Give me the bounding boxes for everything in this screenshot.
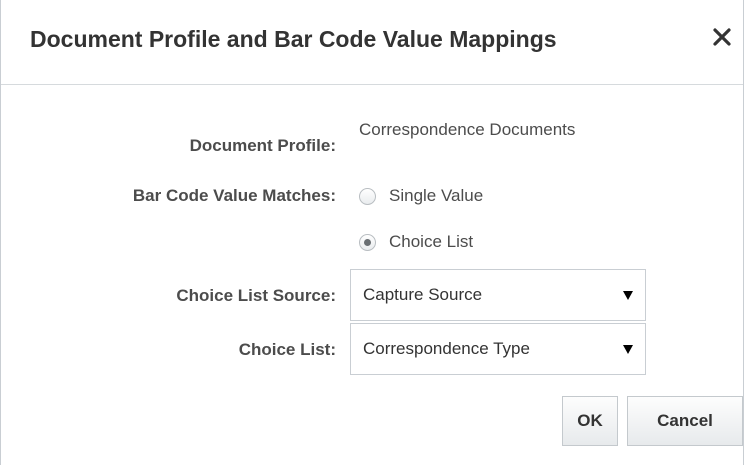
mapping-dialog: Document Profile and Bar Code Value Mapp… — [0, 0, 744, 465]
cancel-button[interactable]: Cancel — [627, 396, 743, 446]
dropdown-arrow-icon — [623, 345, 633, 354]
bar-code-value-matches-label: Bar Code Value Matches: — [132, 186, 336, 205]
radio-choice-list-label: Choice List — [389, 232, 474, 251]
dropdown-arrow-icon — [623, 291, 633, 300]
dialog-header: Document Profile and Bar Code Value Mapp… — [1, 0, 743, 85]
choice-list-source-select[interactable]: Capture Source — [350, 269, 646, 321]
choice-list-label: Choice List: — [238, 340, 336, 359]
document-profile-value: Correspondence Documents — [359, 120, 576, 139]
choice-list-value: Correspondence Type — [363, 339, 530, 358]
dialog-title: Document Profile and Bar Code Value Mapp… — [30, 26, 557, 52]
document-profile-label: Document Profile: — [189, 136, 336, 155]
close-icon[interactable] — [709, 24, 735, 50]
radio-choice-list[interactable]: Choice List — [359, 231, 473, 253]
choice-list-source-value: Capture Source — [363, 285, 483, 304]
radio-button[interactable] — [359, 187, 376, 205]
radio-button-selected[interactable] — [359, 233, 376, 251]
radio-single-value-label: Single Value — [389, 186, 484, 205]
choice-list-source-label: Choice List Source: — [176, 286, 336, 305]
radio-single-value[interactable]: Single Value — [359, 185, 483, 207]
choice-list-select[interactable]: Correspondence Type — [350, 323, 646, 375]
ok-button[interactable]: OK — [562, 396, 618, 446]
